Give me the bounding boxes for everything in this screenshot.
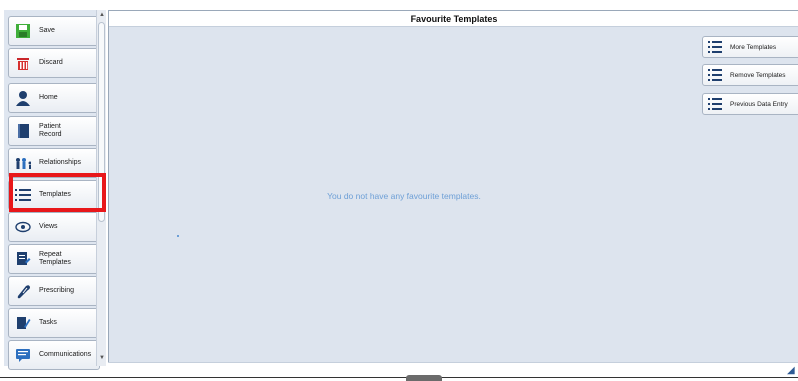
app-window: Save Discard Home Patient Record Relatio…: [0, 0, 798, 381]
views-button[interactable]: Views: [8, 212, 100, 242]
patient-record-icon: [15, 123, 31, 139]
list-icon: [708, 41, 722, 53]
patient-record-label: Patient Record: [39, 123, 62, 138]
bottom-handle[interactable]: [406, 375, 442, 381]
prescribing-icon: [15, 283, 31, 299]
tasks-icon: [15, 315, 31, 331]
home-icon: [15, 90, 31, 106]
communications-button[interactable]: Communications: [8, 340, 100, 370]
list-icon: [708, 98, 722, 110]
favourite-templates-panel: Favourite Templates You do not have any …: [108, 10, 798, 362]
list-icon: [708, 69, 722, 81]
repeat-templates-icon: [15, 251, 31, 267]
communications-icon: [15, 347, 31, 363]
repeat-templates-label: Repeat Templates: [39, 251, 71, 266]
tasks-button[interactable]: Tasks: [8, 308, 100, 338]
prescribing-label: Prescribing: [39, 287, 75, 294]
discard-button[interactable]: Discard: [8, 48, 100, 78]
previous-data-entry-button[interactable]: Previous Data Entry: [702, 93, 798, 115]
home-label: Home: [39, 94, 58, 101]
prescribing-button[interactable]: Prescribing: [8, 276, 100, 306]
previous-data-entry-label: Previous Data Entry: [730, 100, 788, 108]
discard-icon: [15, 55, 31, 71]
tasks-label: Tasks: [39, 319, 57, 326]
save-icon: [15, 23, 31, 39]
relationships-icon: [15, 155, 31, 171]
remove-templates-button[interactable]: Remove Templates: [702, 64, 798, 86]
cursor-dot: [177, 235, 179, 237]
views-label: Views: [39, 223, 58, 230]
templates-highlight: [9, 173, 106, 212]
scroll-up-icon[interactable]: ▲: [98, 11, 106, 19]
save-label: Save: [39, 27, 55, 34]
more-templates-label: More Templates: [730, 43, 777, 51]
status-bar: [108, 362, 798, 377]
relationships-label: Relationships: [39, 159, 82, 166]
save-button[interactable]: Save: [8, 16, 100, 46]
more-templates-button[interactable]: More Templates: [702, 36, 798, 58]
remove-templates-label: Remove Templates: [730, 71, 786, 79]
patient-record-button[interactable]: Patient Record: [8, 116, 100, 146]
repeat-templates-button[interactable]: Repeat Templates: [8, 244, 100, 274]
app-corner-icon: ◢: [787, 365, 795, 376]
communications-label: Communications: [39, 351, 92, 358]
page-title: Favourite Templates: [109, 11, 798, 27]
empty-message: You do not have any favourite templates.: [327, 191, 481, 201]
home-button[interactable]: Home: [8, 83, 100, 113]
views-icon: [15, 219, 31, 235]
window-bottom-edge: [0, 377, 798, 381]
scroll-down-icon[interactable]: ▼: [98, 354, 106, 362]
discard-label: Discard: [39, 59, 63, 66]
